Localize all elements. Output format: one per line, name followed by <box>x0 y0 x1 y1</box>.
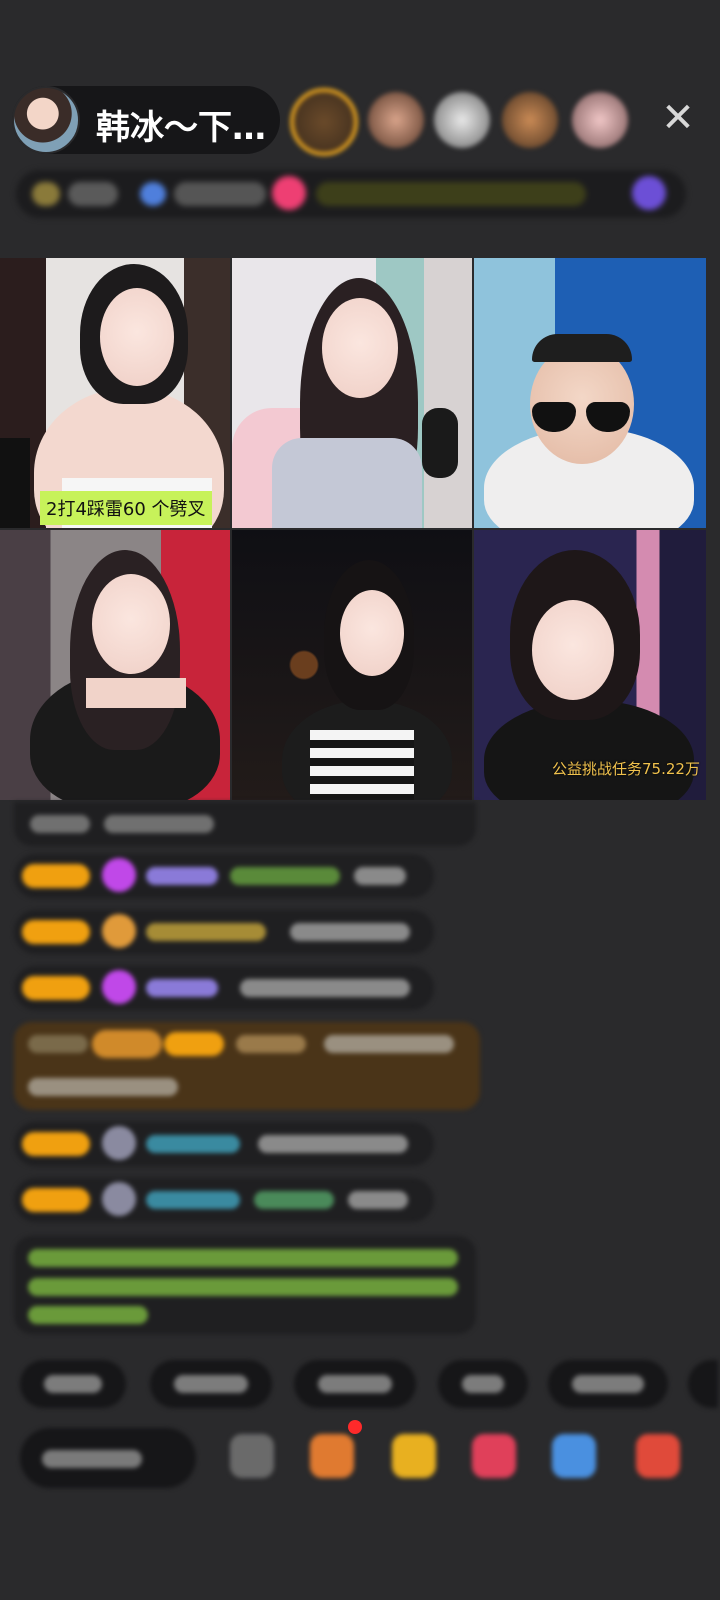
gift-icon[interactable] <box>636 1434 680 1478</box>
shop-icon[interactable] <box>392 1434 436 1478</box>
host-info-pill[interactable]: 韩冰～下… <box>12 86 280 154</box>
chat-message[interactable] <box>14 910 434 954</box>
task-progress-text: 公益挑战任务75.22万 <box>552 760 700 778</box>
host-name: 韩冰～下… <box>96 108 266 148</box>
top-viewer-avatar-3[interactable] <box>434 92 490 148</box>
video-cell-1[interactable] <box>0 258 230 528</box>
chat-message-highlight[interactable] <box>14 1022 480 1110</box>
top-viewer-avatar-5[interactable] <box>572 92 628 148</box>
video-cell-4[interactable] <box>0 530 230 800</box>
chat-message[interactable] <box>14 802 476 846</box>
chat-bubble-icon[interactable] <box>552 1434 596 1478</box>
chat-message[interactable] <box>14 1122 434 1166</box>
quick-reply-chip-5[interactable] <box>548 1360 668 1408</box>
quick-reply-chip-1[interactable] <box>20 1360 126 1408</box>
top-viewer-avatar-4[interactable] <box>502 92 558 148</box>
room-info-bar[interactable] <box>16 170 686 218</box>
quick-reply-chip-6[interactable] <box>688 1360 718 1408</box>
close-icon[interactable]: ✕ <box>660 98 696 138</box>
heart-gift-icon[interactable] <box>472 1434 516 1478</box>
top-viewer-avatar-2[interactable] <box>368 92 424 148</box>
chat-message[interactable] <box>14 1178 434 1222</box>
video-cell-3[interactable] <box>474 258 706 528</box>
chat-input[interactable] <box>20 1428 196 1488</box>
chat-message[interactable] <box>14 854 434 898</box>
gift-box-icon[interactable] <box>310 1434 354 1478</box>
quick-reply-chip-2[interactable] <box>150 1360 272 1408</box>
video-cell-2[interactable] <box>232 258 472 528</box>
multi-guest-video-grid <box>0 258 706 800</box>
video-caption-left: 2打4踩雷60 个劈叉 <box>40 491 212 525</box>
notification-dot <box>348 1420 362 1434</box>
quick-reply-chip-3[interactable] <box>294 1360 416 1408</box>
host-avatar[interactable] <box>12 86 80 154</box>
video-cell-5[interactable] <box>232 530 472 800</box>
emoji-icon[interactable] <box>230 1434 274 1478</box>
system-notice <box>14 1236 476 1334</box>
quick-reply-chip-4[interactable] <box>438 1360 528 1408</box>
chat-message[interactable] <box>14 966 434 1010</box>
top-viewer-avatar-1[interactable] <box>290 88 358 156</box>
